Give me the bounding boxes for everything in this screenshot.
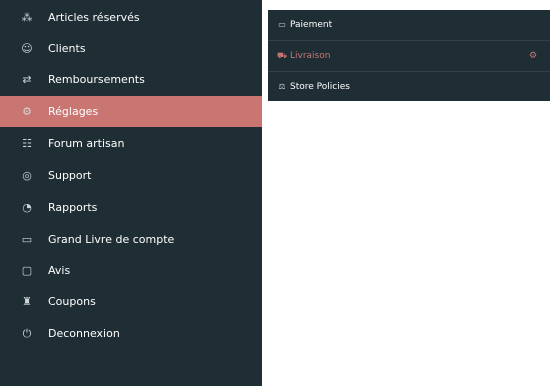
sidebar-item-clients[interactable]: ☺ Clients — [0, 33, 262, 64]
reports-icon: ◔ — [22, 201, 32, 214]
sidebar-item-forum-artisan[interactable]: ☷ Forum artisan — [0, 128, 262, 159]
sidebar-item-label: Rapports — [48, 201, 98, 214]
submenu-item-label: Livraison — [290, 50, 331, 61]
submenu-item-label: Store Policies — [290, 81, 350, 92]
sidebar-item-reglages[interactable]: ⚙ Réglages — [0, 96, 262, 127]
sidebar-item-remboursements[interactable]: ⇄ Remboursements — [0, 64, 262, 95]
sidebar-item-rapports[interactable]: ◔ Rapports — [0, 192, 262, 223]
shipping-icon: ⛟ — [276, 50, 288, 60]
submenu-item-paiement[interactable]: ▭ Paiement — [268, 10, 550, 39]
submenu-item-label: Paiement — [290, 19, 333, 30]
sidebar-item-label: Support — [48, 169, 92, 182]
support-icon: ◎ — [22, 169, 32, 182]
sidebar-item-label: Remboursements — [48, 73, 145, 86]
sidebar-item-label: Avis — [48, 264, 71, 277]
sidebar-item-label: Articles réservés — [48, 11, 140, 24]
sidebar-item-label: Grand Livre de compte — [48, 233, 175, 246]
clients-icon: ☺ — [21, 42, 33, 55]
policies-icon: ⚖ — [278, 81, 286, 91]
ledger-icon: ▭ — [21, 233, 33, 246]
sidebar-item-label: Coupons — [48, 295, 96, 308]
settings-icon: ⚙ — [22, 105, 32, 118]
sidebar-item-grand-livre[interactable]: ▭ Grand Livre de compte — [0, 224, 262, 255]
sidebar-item-support[interactable]: ◎ Support — [0, 160, 262, 191]
logout-icon: ⏻ — [22, 327, 32, 340]
sidebar-item-label: Clients — [48, 42, 86, 55]
coupons-icon: ♜ — [22, 295, 32, 308]
sidebar-item-label: Deconnexion — [48, 327, 120, 340]
sidebar-item-deconnexion[interactable]: ⏻ Deconnexion — [0, 318, 262, 349]
sidebar-item-avis[interactable]: ▢ Avis — [0, 255, 262, 286]
settings-icon: ⚙ — [528, 50, 538, 61]
submenu-item-livraison[interactable]: ⛟ Livraison ⚙ — [268, 40, 550, 70]
refund-icon: ⇄ — [22, 73, 32, 86]
forum-icon: ☷ — [22, 137, 32, 150]
settings-submenu: ▭ Paiement ⛟ Livraison ⚙ ⚖ Store Policie… — [268, 10, 550, 101]
reviews-icon: ▢ — [21, 264, 33, 277]
submenu-item-store-policies[interactable]: ⚖ Store Policies — [268, 71, 550, 101]
sidebar-item-label: Réglages — [48, 105, 99, 118]
sidebar-item-articles-reserves[interactable]: ⁂ Articles réservés — [0, 2, 262, 33]
sidebar: ⁂ Articles réservés ☺ Clients ⇄ Rembours… — [0, 0, 262, 386]
sidebar-item-coupons[interactable]: ♜ Coupons — [0, 286, 262, 317]
payment-icon: ▭ — [278, 19, 286, 29]
sidebar-item-label: Forum artisan — [48, 137, 125, 150]
reserved-icon: ⁂ — [21, 11, 33, 24]
